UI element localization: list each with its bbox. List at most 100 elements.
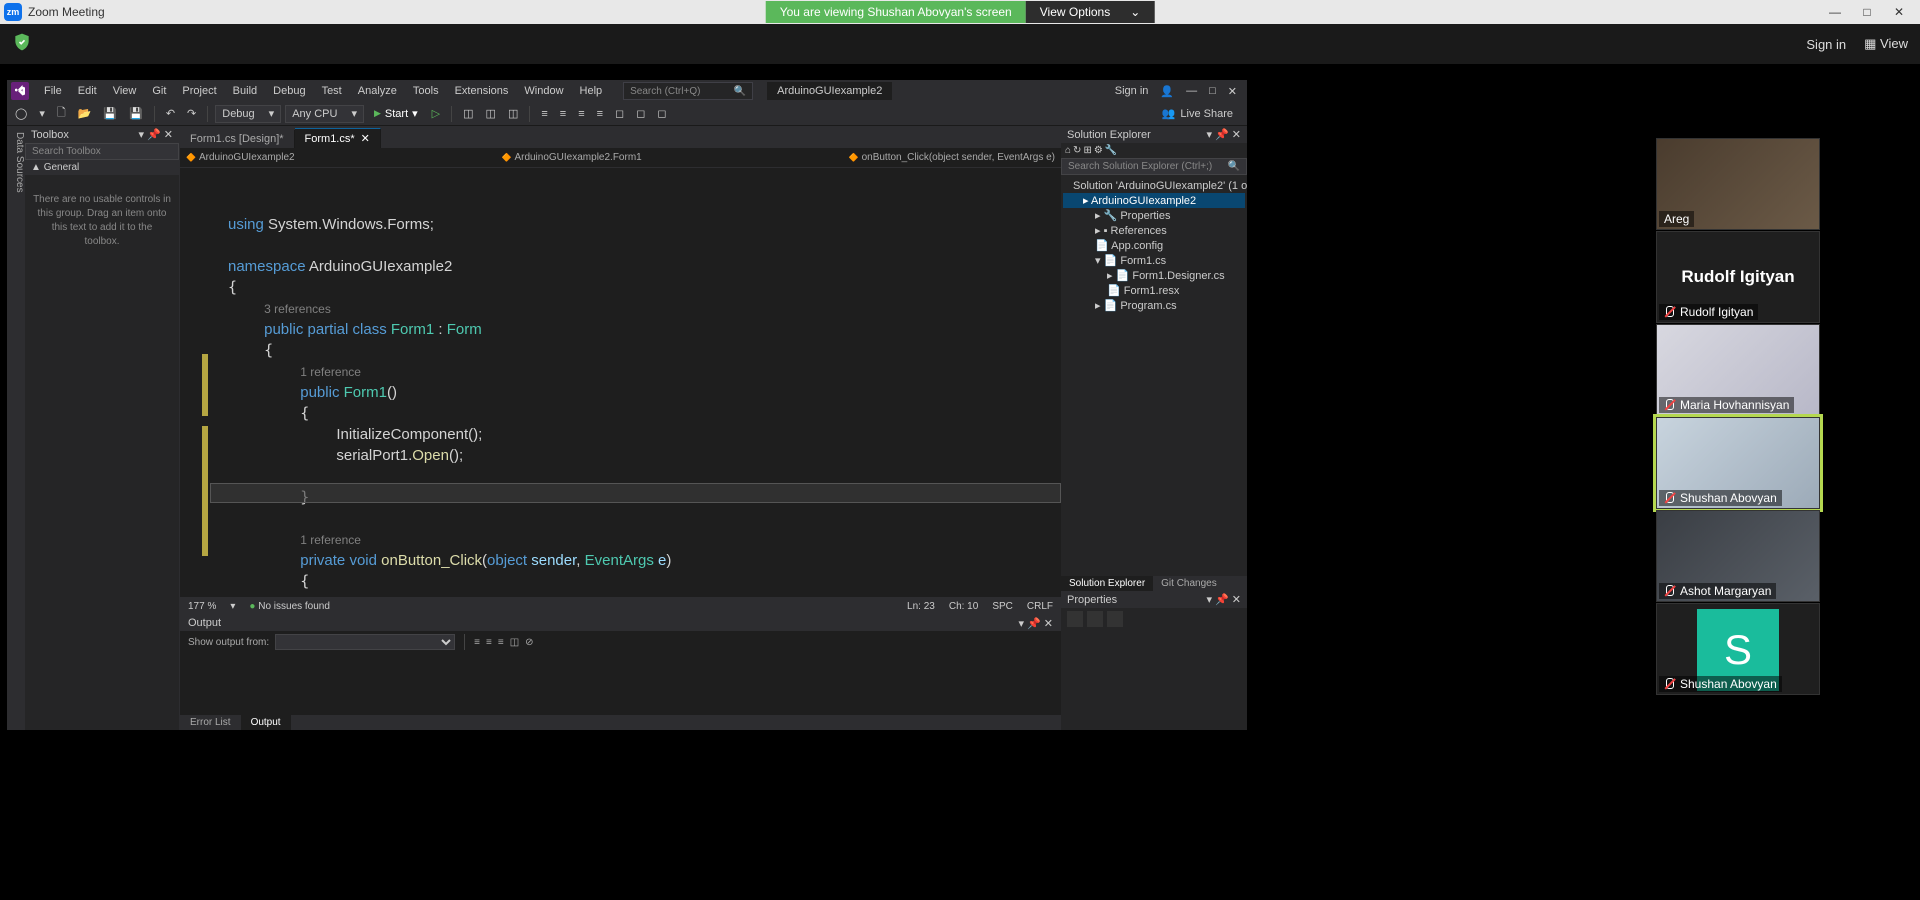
- platform-dropdown[interactable]: Any CPU▾: [285, 105, 364, 123]
- menu-help[interactable]: Help: [573, 85, 610, 97]
- close-icon[interactable]: ✕: [1232, 594, 1241, 606]
- menu-git[interactable]: Git: [145, 85, 173, 97]
- tree-references[interactable]: ▸ ▪ References: [1063, 223, 1245, 238]
- tree-project[interactable]: ▸ ArduinoGUIexample2: [1063, 193, 1245, 208]
- menu-project[interactable]: Project: [175, 85, 223, 97]
- tb-icon[interactable]: ≡: [537, 105, 551, 123]
- start-nodbg-button[interactable]: ▷: [428, 105, 444, 123]
- zoom-signin-button[interactable]: Sign in: [1806, 37, 1846, 52]
- menu-tools[interactable]: Tools: [406, 85, 446, 97]
- menu-test[interactable]: Test: [315, 85, 349, 97]
- tb-icon[interactable]: ◫: [482, 105, 500, 123]
- menu-build[interactable]: Build: [226, 85, 264, 97]
- redo-button[interactable]: ↷: [183, 105, 200, 123]
- participant-tile[interactable]: Maria Hovhannisyan: [1656, 324, 1820, 416]
- breadcrumb-method[interactable]: onButton_Click(object sender, EventArgs …: [849, 152, 1055, 163]
- menu-view[interactable]: View: [106, 85, 144, 97]
- tb-icon[interactable]: ◫: [504, 105, 522, 123]
- open-button[interactable]: 📂: [74, 105, 96, 123]
- tb-icon[interactable]: ≡: [474, 637, 480, 648]
- zoom-view-button[interactable]: ▦ View: [1864, 36, 1908, 52]
- tb-icon[interactable]: ⊞: [1083, 145, 1091, 156]
- tab-output[interactable]: Output: [241, 715, 291, 730]
- config-dropdown[interactable]: Debug▾: [215, 105, 281, 123]
- breadcrumb-class[interactable]: ArduinoGUIexample2.Form1: [501, 152, 641, 163]
- vs-signin-button[interactable]: Sign in: [1115, 85, 1149, 97]
- output-source-dropdown[interactable]: [275, 634, 455, 650]
- participant-tile-active[interactable]: Shushan Abovyan: [1656, 417, 1820, 509]
- tree-programcs[interactable]: ▸ 📄 Program.cs: [1063, 298, 1245, 313]
- tb-icon[interactable]: ↻: [1073, 145, 1081, 156]
- start-button[interactable]: Start ▾: [368, 107, 424, 120]
- live-share-button[interactable]: 👥Live Share: [1162, 107, 1243, 120]
- saveall-button[interactable]: 💾: [125, 105, 147, 123]
- vs-account-icon[interactable]: 👤: [1160, 85, 1174, 98]
- tb-icon[interactable]: [1107, 611, 1123, 627]
- participant-tile[interactable]: Rudolf Igityan Rudolf Igityan: [1656, 231, 1820, 323]
- tb-icon[interactable]: [1087, 611, 1103, 627]
- maximize-button[interactable]: □: [1860, 5, 1874, 19]
- participant-tile[interactable]: Areg: [1656, 138, 1820, 230]
- close-icon[interactable]: ✕: [1232, 129, 1241, 141]
- code-ref[interactable]: 1 reference: [300, 533, 361, 547]
- undo-button[interactable]: ↶: [162, 105, 179, 123]
- tb-icon[interactable]: ◫: [510, 637, 519, 648]
- menu-debug[interactable]: Debug: [266, 85, 312, 97]
- new-button[interactable]: 🗋: [53, 105, 70, 123]
- tb-icon[interactable]: ⊘: [525, 637, 533, 648]
- data-sources-rail[interactable]: Data Sources: [7, 126, 25, 730]
- solution-tree[interactable]: Solution 'ArduinoGUIexample2' (1 of 1 pr…: [1061, 175, 1247, 576]
- tab-solution-explorer[interactable]: Solution Explorer: [1061, 576, 1153, 591]
- code-editor[interactable]: using System.Windows.Forms; namespace Ar…: [180, 168, 1061, 597]
- close-icon[interactable]: ✕: [164, 129, 173, 141]
- tb-icon[interactable]: ⚙: [1094, 145, 1103, 156]
- pin-icon[interactable]: ▾ 📌: [1206, 594, 1228, 606]
- tree-form1cs[interactable]: ▾ 📄 Form1.cs: [1063, 253, 1245, 268]
- code-ref[interactable]: 1 reference: [300, 365, 361, 379]
- tb-icon[interactable]: ≡: [498, 637, 504, 648]
- minimize-button[interactable]: —: [1828, 5, 1842, 19]
- breadcrumb-project[interactable]: ArduinoGUIexample2: [186, 152, 295, 163]
- tb-icon[interactable]: 🔧: [1105, 145, 1117, 156]
- tree-form1designer[interactable]: ▸ 📄 Form1.Designer.cs: [1063, 268, 1245, 283]
- tb-icon[interactable]: ≡: [593, 105, 607, 123]
- tab-git-changes[interactable]: Git Changes: [1153, 576, 1225, 591]
- participant-tile[interactable]: S Shushan Abovyan: [1656, 603, 1820, 695]
- tree-form1resx[interactable]: 📄 Form1.resx: [1063, 283, 1245, 298]
- toolbox-search-input[interactable]: Search Toolbox: [25, 143, 179, 160]
- close-icon[interactable]: ✕: [1044, 618, 1053, 630]
- vs-search-input[interactable]: Search (Ctrl+Q)🔍: [623, 82, 753, 100]
- encryption-shield-icon[interactable]: [12, 32, 32, 57]
- pin-icon[interactable]: ▾ 📌: [1018, 618, 1040, 630]
- pin-icon[interactable]: ▾ 📌: [138, 129, 160, 141]
- solution-search-input[interactable]: Search Solution Explorer (Ctrl+;)🔍: [1061, 158, 1247, 175]
- tb-icon[interactable]: ◻: [653, 105, 670, 123]
- save-button[interactable]: 💾: [99, 105, 121, 123]
- tb-icon[interactable]: [1067, 611, 1083, 627]
- issues-status[interactable]: No issues found: [249, 601, 330, 612]
- tb-icon[interactable]: ⌂: [1065, 145, 1071, 156]
- pin-icon[interactable]: ▾ 📌: [1206, 129, 1228, 141]
- forward-button[interactable]: ▾: [35, 105, 49, 123]
- tree-properties[interactable]: ▸ 🔧 Properties: [1063, 208, 1245, 223]
- menu-file[interactable]: File: [37, 85, 69, 97]
- tab-error-list[interactable]: Error List: [180, 715, 241, 730]
- editor-tab-design[interactable]: Form1.cs [Design]*: [180, 130, 295, 148]
- back-button[interactable]: ◯: [11, 105, 31, 123]
- tb-icon[interactable]: ≡: [486, 637, 492, 648]
- toolbox-group-general[interactable]: ▲ General: [25, 160, 179, 175]
- vs-maximize-button[interactable]: □: [1209, 85, 1216, 97]
- tb-icon[interactable]: ◻: [611, 105, 628, 123]
- tb-icon[interactable]: ≡: [574, 105, 588, 123]
- tree-solution-root[interactable]: Solution 'ArduinoGUIexample2' (1 of 1 pr…: [1063, 179, 1245, 193]
- editor-tab-code[interactable]: Form1.cs* ✕: [295, 128, 381, 148]
- close-icon[interactable]: ✕: [361, 132, 370, 145]
- code-ref[interactable]: 3 references: [264, 302, 331, 316]
- vs-close-button[interactable]: ✕: [1228, 85, 1237, 98]
- tb-icon[interactable]: ◻: [632, 105, 649, 123]
- tree-appconfig[interactable]: 📄 App.config: [1063, 238, 1245, 253]
- tb-icon[interactable]: ≡: [556, 105, 570, 123]
- tb-icon[interactable]: ◫: [459, 105, 477, 123]
- menu-window[interactable]: Window: [517, 85, 570, 97]
- menu-edit[interactable]: Edit: [71, 85, 104, 97]
